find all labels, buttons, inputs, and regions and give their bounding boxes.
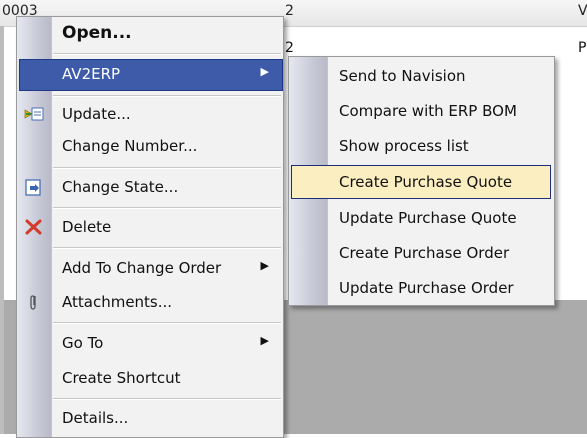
- menu-item-delete[interactable]: Delete: [17, 212, 283, 242]
- selection-highlight: [19, 59, 283, 91]
- delete-x-icon: [23, 217, 45, 237]
- submenu-arrow-icon: ▶: [260, 65, 269, 78]
- av2erp-submenu: Send to Navision Compare with ERP BOM Sh…: [288, 56, 555, 306]
- menu-item-label: AV2ERP: [62, 65, 121, 83]
- menu-separator: [53, 322, 281, 324]
- menu-item-change-number[interactable]: Change Number...: [17, 131, 283, 161]
- paperclip-icon: [23, 292, 45, 312]
- submenu-item-update-purchase-quote[interactable]: Update Purchase Quote: [289, 201, 554, 235]
- menu-item-create-shortcut[interactable]: Create Shortcut: [17, 363, 283, 393]
- menu-item-label: Delete: [62, 218, 112, 236]
- menu-item-label: Details...: [62, 409, 129, 427]
- menu-separator: [53, 398, 281, 400]
- grid-cell: P: [578, 40, 587, 56]
- submenu-item-label: Compare with ERP BOM: [339, 102, 517, 120]
- grid-left-edge: [0, 26, 4, 434]
- menu-item-update[interactable]: Update...: [17, 99, 283, 129]
- menu-item-details[interactable]: Details...: [17, 403, 283, 433]
- menu-item-av2erp[interactable]: AV2ERP ▶: [17, 59, 283, 91]
- submenu-item-create-purchase-order[interactable]: Create Purchase Order: [289, 236, 554, 270]
- menu-item-label: Change State...: [62, 178, 179, 196]
- menu-separator: [53, 167, 281, 169]
- grid-header-cell: 2: [285, 3, 294, 19]
- menu-item-label: Go To: [62, 334, 104, 352]
- submenu-item-show-process-list[interactable]: Show process list: [289, 129, 554, 163]
- menu-separator: [53, 53, 281, 55]
- grid-header-cell: V: [578, 3, 587, 19]
- submenu-item-send-to-navision[interactable]: Send to Navision: [289, 59, 554, 93]
- menu-item-label: Attachments...: [62, 293, 173, 311]
- menu-item-change-state[interactable]: Change State...: [17, 172, 283, 202]
- submenu-item-label: Create Purchase Quote: [339, 173, 513, 191]
- menu-item-attachments[interactable]: Attachments...: [17, 287, 283, 317]
- menu-item-add-to-change-order[interactable]: Add To Change Order ▶: [17, 253, 283, 283]
- menu-separator: [53, 207, 281, 209]
- menu-item-label: Open...: [62, 23, 132, 43]
- submenu-arrow-icon: ▶: [260, 334, 269, 347]
- submenu-item-update-purchase-order[interactable]: Update Purchase Order: [289, 271, 554, 305]
- menu-separator: [53, 95, 281, 97]
- menu-item-go-to[interactable]: Go To ▶: [17, 328, 283, 358]
- menu-separator: [53, 247, 281, 249]
- context-menu: Open... AV2ERP ▶ Update... Change Number…: [16, 16, 284, 438]
- menu-item-label: Create Shortcut: [62, 369, 181, 387]
- submenu-item-create-purchase-quote[interactable]: Create Purchase Quote: [289, 165, 554, 199]
- submenu-item-label: Update Purchase Quote: [339, 209, 517, 227]
- menu-item-label: Add To Change Order: [62, 259, 222, 277]
- menu-item-open[interactable]: Open...: [17, 19, 283, 49]
- submenu-item-label: Update Purchase Order: [339, 279, 514, 297]
- submenu-arrow-icon: ▶: [260, 259, 269, 272]
- submenu-item-label: Show process list: [339, 137, 469, 155]
- menu-item-label: Change Number...: [62, 137, 198, 155]
- update-icon: [23, 104, 45, 124]
- submenu-item-compare-bom[interactable]: Compare with ERP BOM: [289, 94, 554, 128]
- submenu-item-label: Send to Navision: [339, 67, 466, 85]
- grid-cell: 2: [285, 40, 294, 56]
- menu-item-label: Update...: [62, 105, 131, 123]
- submenu-item-label: Create Purchase Order: [339, 244, 510, 262]
- change-state-icon: [23, 177, 45, 197]
